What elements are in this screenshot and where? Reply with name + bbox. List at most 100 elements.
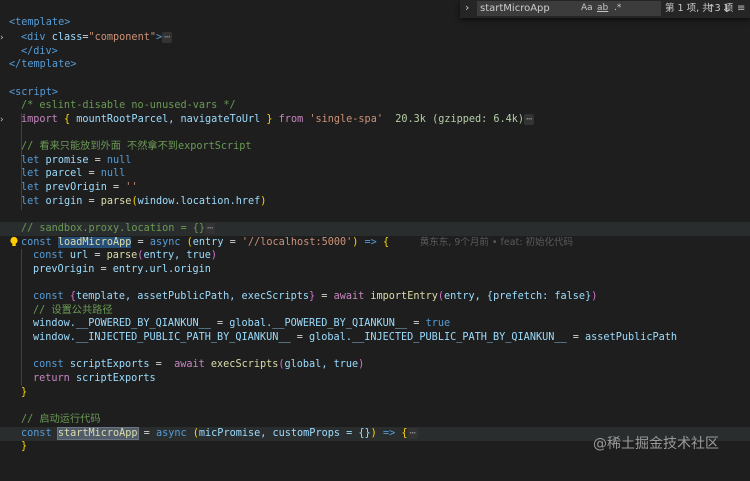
code-line: <div class="component"> ⋯ [0,31,750,45]
code-line: </div> [0,45,750,59]
null-literal: null [100,168,126,179]
class-value: "component" [88,32,156,43]
let-keyword: let [21,196,40,207]
arguments: entry, {prefetch: false} [444,291,592,302]
template-open-tag: <template> [9,17,71,28]
let-keyword: let [21,168,40,179]
import-names: mountRootParcel, navigateToUrl [76,114,261,125]
code-line: window.__POWERED_BY_QIANKUN__ = global._… [33,318,451,329]
code-line: import { mountRootParcel, navigateToUrl … [21,114,535,125]
expression: entry.url.origin [112,264,211,275]
variable: prevOrigin [45,182,107,193]
search-match: startMicroApp [56,427,139,440]
arguments: entry, true [143,250,211,261]
function-call: parse [100,196,132,207]
class-attr: class [51,32,83,43]
let-keyword: let [21,182,40,193]
assignment-source: global.__INJECTED_PUBLIC_PATH_BY_QIANKUN… [309,332,567,343]
code-line: let promise = null [21,155,132,166]
closing-brace: } [21,387,28,398]
const-keyword: const [33,291,64,302]
template-close-tag: </template> [9,59,77,70]
parameters: micPromise, customProps = {} [198,428,371,439]
find-in-selection-button[interactable]: ≡ [737,1,745,16]
let-keyword: let [21,155,40,166]
from-keyword: from [278,114,304,125]
default-value: '//localhost:5000' [241,237,353,248]
previous-match-button[interactable]: ↑ [707,1,716,16]
boolean-literal: true [425,318,451,329]
comment: /* eslint-disable no-unused-vars */ [21,100,236,111]
next-match-button[interactable]: ↓ [722,1,731,16]
assignment-target: window.__POWERED_BY_QIANKUN__ [33,318,211,329]
function-call: execScripts [210,359,279,370]
function-name: loadMicroApp [57,237,132,248]
code-line: const {template, assetPublicPath, execSc… [33,291,598,302]
div-close-tag: </div> [21,46,58,57]
argument: window.location.href [137,196,261,207]
code-line-current: // sandbox.proxy.location = {} ⋯ [0,222,750,236]
code-line: const loadMicroApp = async (entry = '//l… [21,237,573,248]
git-blame-annotation: 黄东东, 9个月前 • feat: 初始化代码 [419,237,573,248]
regex-toggle[interactable]: .* [614,1,621,16]
code-line: let parcel = null [21,168,126,179]
find-input[interactable]: startMicroApp [477,1,661,16]
script-open-tag: <script> [9,87,59,98]
const-keyword: const [33,359,64,370]
toggle-replace-icon[interactable]: › [465,1,469,14]
variable: url [69,250,89,261]
folded-region-ellipsis[interactable]: ⋯ [205,223,216,234]
comment: // 设置公共路径 [33,305,113,316]
code-line: } [0,386,750,400]
find-query: startMicroApp [480,3,550,14]
code-line: prevOrigin = entry.url.origin [33,264,211,275]
variable: scriptExports [75,373,156,384]
code-line: let origin = parse(window.location.href) [21,196,267,207]
code-line: <template> [0,16,750,30]
watermark: @稀土掘金技术社区 [593,436,719,452]
null-literal: null [106,155,132,166]
arguments: global, true [284,359,359,370]
variable: promise [45,155,89,166]
function-call: importEntry [370,291,438,302]
const-keyword: const [21,237,52,248]
parameter: entry [192,237,224,248]
await-keyword: await [333,291,365,302]
code-line: /* eslint-disable no-unused-vars */ [0,99,750,113]
folded-region-ellipsis[interactable]: ⋯ [407,428,418,439]
import-gzipped-size: (gzipped: 6.4k) [432,114,525,125]
code-editor[interactable]: <template> › <div class="component"> ⋯ </… [0,0,750,465]
comment: // sandbox.proxy.location = {} [21,223,206,234]
comment: // 启动运行代码 [21,414,101,425]
module-name: 'single-spa' [309,114,383,125]
comment: // 看来只能放到外面 不然拿不到exportScript [21,141,252,152]
code-line: // 看来只能放到外面 不然拿不到exportScript [0,140,750,154]
code-line: return scriptExports [0,372,750,386]
return-keyword: return [33,373,70,384]
match-case-toggle[interactable]: Aa [581,1,593,16]
assignment-target: window.__INJECTED_PUBLIC_PATH_BY_QIANKUN… [33,332,291,343]
import-size: 20.3k [395,114,426,125]
folded-region-ellipsis[interactable]: ⋯ [162,32,173,43]
indent-guide [21,249,22,386]
variable: scriptExports [69,359,150,370]
whole-word-toggle[interactable]: ab [597,1,608,16]
string-literal: '' [125,182,138,193]
code-line: const url = parse(entry, true) [33,250,218,261]
code-line: window.__INJECTED_PUBLIC_PATH_BY_QIANKUN… [33,332,678,343]
const-keyword: const [21,428,52,439]
indent-guide [21,113,22,210]
folded-region-ellipsis[interactable]: ⋯ [524,114,535,125]
closing-brace: } [21,441,28,452]
variable: origin [45,196,83,207]
code-line: const scriptExports = await execScripts(… [33,359,365,370]
const-keyword: const [33,250,64,261]
code-line: <script> [0,86,750,100]
await-keyword: await [174,359,205,370]
code-line: // 启动运行代码 [0,413,750,427]
function-call: parse [106,250,138,261]
destructured-names: template, assetPublicPath, execScripts [75,291,310,302]
code-line: </template> [0,58,750,72]
assignment-source: global.__POWERED_BY_QIANKUN__ [229,318,408,329]
code-line: // 设置公共路径 [0,304,750,318]
